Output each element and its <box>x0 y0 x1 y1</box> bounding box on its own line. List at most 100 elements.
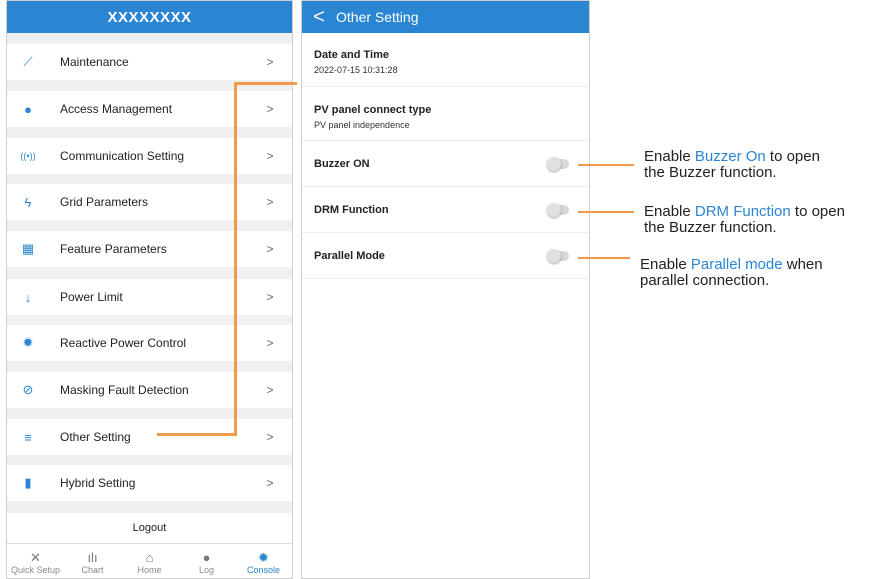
connector-line <box>234 82 297 85</box>
connector-line <box>578 164 634 166</box>
connector-line <box>157 433 237 436</box>
menu-item-label: Hybrid Setting <box>60 476 136 490</box>
parallel-mode-label: Parallel Mode <box>314 249 385 262</box>
logout-button[interactable]: Logout <box>7 513 292 543</box>
chevron-right-icon: > <box>266 195 274 209</box>
menu-item-label: Communication Setting <box>60 149 185 163</box>
buzzer-row: Buzzer ON <box>302 141 589 187</box>
menu-item-reactive-power-control[interactable]: ✹ Reactive Power Control > <box>7 325 292 361</box>
date-time-label: Date and Time <box>314 49 389 61</box>
parallel-note: Enable Parallel mode when parallel conne… <box>640 257 823 289</box>
device-title: XXXXXXXX <box>107 8 192 26</box>
menu-item-label: Masking Fault Detection <box>60 383 189 397</box>
chevron-right-icon: > <box>266 476 274 490</box>
console-screen: XXXXXXXX ⟋ Maintenance > ● Access Manage… <box>6 0 293 579</box>
date-time-value: 2022-07-15 10:31:28 <box>314 65 398 75</box>
menu-item-power-limit[interactable]: ↓ Power Limit > <box>7 279 292 315</box>
chart-icon: ılı <box>87 550 98 565</box>
chevron-right-icon: > <box>266 290 274 304</box>
tab-label: Quick Setup <box>10 565 61 575</box>
tab-console[interactable]: ✹ Console <box>235 544 292 578</box>
tab-home[interactable]: ⌂ Home <box>121 544 178 578</box>
buzzer-note: Enable Buzzer On to open the Buzzer func… <box>644 149 820 181</box>
note-text: to open <box>765 148 820 165</box>
menu-item-label: Grid Parameters <box>60 195 149 209</box>
drm-toggle[interactable] <box>547 202 569 217</box>
menu-item-label: Reactive Power Control <box>60 336 187 350</box>
menu-item-grid-parameters[interactable]: ϟ Grid Parameters > <box>7 184 292 220</box>
tools-icon: ✕ <box>30 550 41 565</box>
tab-label: Home <box>137 565 162 575</box>
menu-item-maintenance[interactable]: ⟋ Maintenance > <box>7 44 292 80</box>
toggle-knob <box>547 248 561 263</box>
tab-label: Chart <box>81 565 104 575</box>
menu-item-hybrid-setting[interactable]: ▮ Hybrid Setting > <box>7 465 292 501</box>
chevron-right-icon: > <box>266 383 274 397</box>
chevron-right-icon: > <box>266 430 274 444</box>
back-arrow-icon[interactable]: < <box>302 1 336 33</box>
chevron-right-icon: > <box>266 242 274 256</box>
chevron-right-icon: > <box>266 336 274 350</box>
buzzer-toggle[interactable] <box>547 156 569 171</box>
tab-quick-setup[interactable]: ✕ Quick Setup <box>7 544 64 578</box>
home-icon: ⌂ <box>145 550 154 565</box>
drm-note: Enable DRM Function to open the Buzzer f… <box>644 204 845 236</box>
note-text: Enable <box>644 203 695 220</box>
drm-label: DRM Function <box>314 203 389 216</box>
buzzer-label: Buzzer ON <box>314 157 370 170</box>
note-text: to open <box>790 203 845 220</box>
bottom-tab-bar: ✕ Quick Setup ılı Chart ⌂ Home ● Log ✹ C… <box>7 543 292 578</box>
settings-list: Date and Time 2022-07-15 10:31:28 PV pan… <box>302 33 589 578</box>
tab-chart[interactable]: ılı Chart <box>64 544 121 578</box>
header-bar: XXXXXXXX <box>7 1 292 33</box>
note-highlight: Buzzer On <box>694 148 766 165</box>
other-setting-screen: < Other Setting Date and Time 2022-07-15… <box>301 0 590 579</box>
note-highlight: Parallel mode <box>690 256 783 273</box>
gear-icon: ✹ <box>22 335 34 350</box>
lightning-icon: ϟ <box>24 194 32 210</box>
note-text: Enable <box>640 256 691 273</box>
toggle-knob <box>547 156 561 171</box>
menu-item-feature-parameters[interactable]: ▦ Feature Parameters > <box>7 231 292 267</box>
tab-label: Console <box>246 565 281 575</box>
arrow-down-icon: ↓ <box>24 289 32 305</box>
connector-line <box>578 257 630 259</box>
menu-item-label: Maintenance <box>60 55 129 69</box>
logout-label: Logout <box>132 522 167 534</box>
menu-item-label: Feature Parameters <box>60 242 167 256</box>
menu-item-label: Power Limit <box>60 290 123 304</box>
parallel-mode-row: Parallel Mode <box>302 233 589 279</box>
log-icon: ● <box>202 550 211 565</box>
connector-line <box>578 211 634 213</box>
drm-row: DRM Function <box>302 187 589 233</box>
user-icon: ● <box>24 101 32 117</box>
signal-icon: ((•)) <box>20 151 36 161</box>
note-text: the Buzzer function. <box>644 164 777 181</box>
menu-item-other-setting[interactable]: ≡ Other Setting > <box>7 419 292 455</box>
header-bar: < Other Setting <box>302 1 589 33</box>
battery-icon: ▮ <box>24 475 32 490</box>
note-text: Enable <box>644 148 695 165</box>
grid-icon: ▦ <box>21 241 35 256</box>
note-text: the Buzzer function. <box>644 219 777 236</box>
note-text: when <box>782 256 823 273</box>
pv-connect-type-label: PV panel connect type <box>314 104 432 116</box>
menu-item-masking-fault-detection[interactable]: ⊘ Masking Fault Detection > <box>7 372 292 408</box>
note-highlight: DRM Function <box>694 203 791 220</box>
chevron-right-icon: > <box>266 102 274 116</box>
tab-log[interactable]: ● Log <box>178 544 235 578</box>
menu-item-access-management[interactable]: ● Access Management > <box>7 91 292 127</box>
toggle-knob <box>547 202 561 217</box>
chevron-right-icon: > <box>266 149 274 163</box>
pv-connect-type-value: PV panel independence <box>314 120 410 130</box>
wrench-icon: ⟋ <box>23 54 33 69</box>
tab-label: Log <box>198 565 215 575</box>
date-time-row[interactable]: Date and Time 2022-07-15 10:31:28 <box>302 33 589 87</box>
menu-icon: ≡ <box>24 429 32 445</box>
console-icon: ✹ <box>258 550 269 565</box>
menu-item-communication-setting[interactable]: ((•)) Communication Setting > <box>7 138 292 174</box>
pv-connect-type-row[interactable]: PV panel connect type PV panel independe… <box>302 87 589 141</box>
page-title: Other Setting <box>336 9 419 25</box>
parallel-mode-toggle[interactable] <box>547 248 569 263</box>
connector-line <box>234 82 237 436</box>
